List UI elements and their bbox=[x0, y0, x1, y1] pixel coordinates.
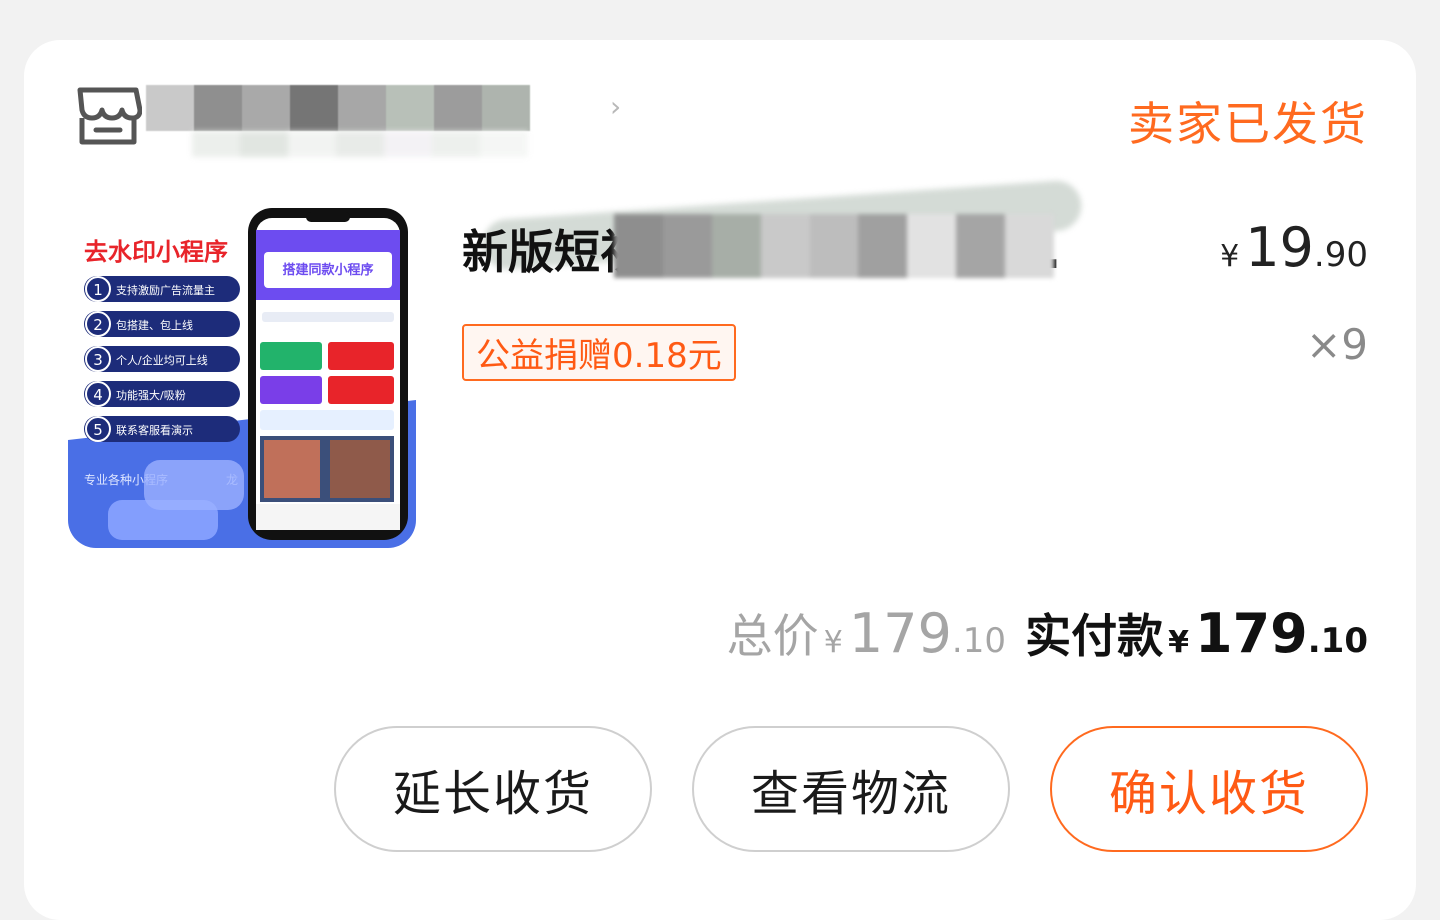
thumbnail-heading: 去水印小程序 bbox=[84, 238, 228, 266]
thumbnail-graphic: 去水印小程序 1 支持激励广告流量主 2 包搭建、包上线 3 个人/企业均可上线 4 功能强大… bbox=[68, 200, 416, 548]
thumbnail-feature-item: 3 个人/企业均可上线 bbox=[84, 346, 240, 372]
thumbnail-feature-number: 1 bbox=[93, 281, 103, 299]
thumbnail-feature-item: 5 联系客服看演示 bbox=[84, 416, 240, 442]
unit-price-currency: ¥ bbox=[1220, 239, 1240, 274]
title-redacted bbox=[614, 214, 1055, 278]
thumbnail-feature-text: 个人/企业均可上线 bbox=[116, 353, 208, 367]
order-status: 卖家已发货 bbox=[1128, 97, 1368, 151]
thumbnail-feature-text: 功能强大/吸粉 bbox=[116, 388, 186, 402]
thumbnail-feature-number: 3 bbox=[93, 351, 103, 369]
thumbnail-phone-title: 搭建同款小程序 bbox=[282, 262, 373, 278]
store-name-redacted bbox=[146, 85, 536, 131]
extend-receipt-button[interactable]: 延长收货 bbox=[334, 726, 652, 852]
total-price-label: 总价 bbox=[726, 609, 819, 663]
paid-amount-label: 实付款 bbox=[1025, 609, 1164, 663]
paid-amount-decimal: .10 bbox=[1307, 621, 1368, 661]
thumbnail-feature-item: 2 包搭建、包上线 bbox=[84, 311, 240, 337]
order-card: › 卖家已发货 去水印小程序 1 支持激励广告流量主 2 包搭建、包上线 3 个人/企业均… bbox=[24, 40, 1416, 920]
thumbnail-feature-text: 支持激励广告流量主 bbox=[116, 283, 215, 297]
unit-price: ¥19.90 bbox=[1220, 216, 1368, 279]
view-logistics-button[interactable]: 查看物流 bbox=[692, 726, 1010, 852]
order-totals: 总价 ¥179.10 实付款 ¥179.10 bbox=[727, 600, 1368, 666]
product-thumbnail[interactable]: 去水印小程序 1 支持激励广告流量主 2 包搭建、包上线 3 个人/企业均可上线 4 功能强大… bbox=[68, 200, 416, 548]
thumbnail-feature-item: 1 支持激励广告流量主 bbox=[84, 276, 240, 302]
chevron-right-icon: › bbox=[610, 90, 622, 123]
total-price-currency: ¥ bbox=[823, 625, 843, 660]
unit-price-decimal: .90 bbox=[1313, 235, 1368, 275]
store-icon bbox=[77, 87, 142, 145]
quantity: ×9 bbox=[1306, 320, 1368, 369]
charity-donation-badge: 公益捐赠0.18元 bbox=[462, 324, 736, 381]
total-price-integer: 179 bbox=[848, 602, 952, 665]
paid-amount-currency: ¥ bbox=[1168, 625, 1190, 660]
thumbnail-feature-item: 4 功能强大/吸粉 bbox=[84, 381, 240, 407]
thumbnail-feature-text: 包搭建、包上线 bbox=[116, 318, 193, 332]
store-header[interactable]: › bbox=[74, 80, 774, 157]
confirm-receipt-button[interactable]: 确认收货 bbox=[1050, 726, 1368, 852]
thumbnail-feature-number: 2 bbox=[93, 316, 103, 334]
store-name-redacted-lower bbox=[192, 131, 542, 157]
thumbnail-feature-number: 5 bbox=[93, 421, 103, 439]
unit-price-integer: 19 bbox=[1245, 216, 1314, 279]
thumbnail-feature-list: 1 支持激励广告流量主 2 包搭建、包上线 3 个人/企业均可上线 4 功能强大/吸粉 5 联系客… bbox=[84, 276, 240, 442]
total-price-decimal: .10 bbox=[951, 621, 1006, 661]
thumbnail-feature-number: 4 bbox=[93, 386, 103, 404]
thumbnail-feature-text: 联系客服看演示 bbox=[116, 423, 193, 437]
paid-amount-integer: 179 bbox=[1195, 602, 1308, 665]
